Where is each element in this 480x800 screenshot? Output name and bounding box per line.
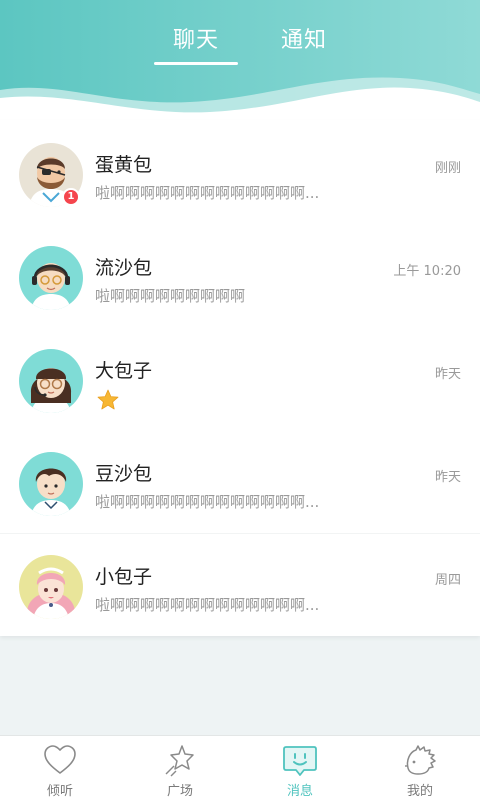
message-time: 刚刚	[434, 161, 461, 176]
tab-notice[interactable]: 通知	[264, 22, 344, 54]
message-time: 昨天	[434, 470, 461, 485]
girl-headset-glasses-avatar	[19, 246, 83, 310]
nav-label: 倾听	[46, 784, 73, 799]
conversation-item[interactable]: 小包子 周四 啦啊啊啊啊啊啊啊啊啊啊啊啊啊...	[0, 532, 480, 632]
conversation-item[interactable]: 豆沙包 昨天 啦啊啊啊啊啊啊啊啊啊啊啊啊啊...	[0, 429, 480, 529]
message-icon	[283, 746, 317, 776]
pink-hair-maid-girl-avatar	[19, 555, 83, 619]
nav-label: 消息	[286, 784, 313, 799]
contact-name: 豆沙包	[95, 463, 153, 485]
nav-messages[interactable]: 消息	[240, 736, 360, 800]
heart-icon	[44, 745, 76, 774]
nav-label: 我的	[406, 784, 433, 799]
message-time: 昨天	[434, 367, 461, 382]
contact-name: 大包子	[95, 360, 153, 382]
message-preview: 啦啊啊啊啊啊啊啊啊啊啊啊啊啊...	[95, 184, 320, 202]
tab-chat[interactable]: 聊天	[156, 22, 236, 54]
conversation-list: 1 蛋黄包 刚刚 啦啊啊啊啊啊啊啊啊啊啊啊啊啊... 流沙包 上午 10:20 …	[0, 120, 480, 636]
active-tab-indicator	[154, 62, 238, 65]
contact-name: 流沙包	[95, 257, 153, 279]
nav-label: 广场	[166, 784, 193, 799]
message-preview: 啦啊啊啊啊啊啊啊啊啊啊啊啊啊...	[95, 596, 320, 614]
hedgehog-icon	[405, 745, 436, 775]
unread-badge: 1	[62, 188, 80, 206]
header-wave	[0, 77, 480, 122]
contact-name: 小包子	[95, 566, 153, 588]
conversation-item[interactable]: 大包子 昨天	[0, 326, 480, 426]
nav-mine[interactable]: 我的	[360, 736, 480, 800]
conversation-item[interactable]: 1 蛋黄包 刚刚 啦啊啊啊啊啊啊啊啊啊啊啊啊啊...	[0, 120, 480, 220]
star-icon	[165, 745, 194, 777]
top-header: 聊天 通知	[0, 0, 480, 122]
star-emoji-icon	[97, 389, 119, 410]
contact-name: 蛋黄包	[95, 154, 153, 176]
boy-sailor-avatar	[19, 452, 83, 516]
nav-square[interactable]: 广场	[120, 736, 240, 800]
girl-bangs-glasses-avatar	[19, 349, 83, 413]
nav-listen[interactable]: 倾听	[0, 736, 120, 800]
conversation-item[interactable]: 流沙包 上午 10:20 啦啊啊啊啊啊啊啊啊啊	[0, 223, 480, 323]
message-preview: 啦啊啊啊啊啊啊啊啊啊	[95, 287, 246, 305]
message-time: 上午 10:20	[393, 264, 461, 279]
message-time: 周四	[434, 573, 461, 588]
message-preview: 啦啊啊啊啊啊啊啊啊啊啊啊啊啊...	[95, 493, 320, 511]
bottom-nav-bar: 倾听 广场 消息 我的	[0, 735, 480, 800]
